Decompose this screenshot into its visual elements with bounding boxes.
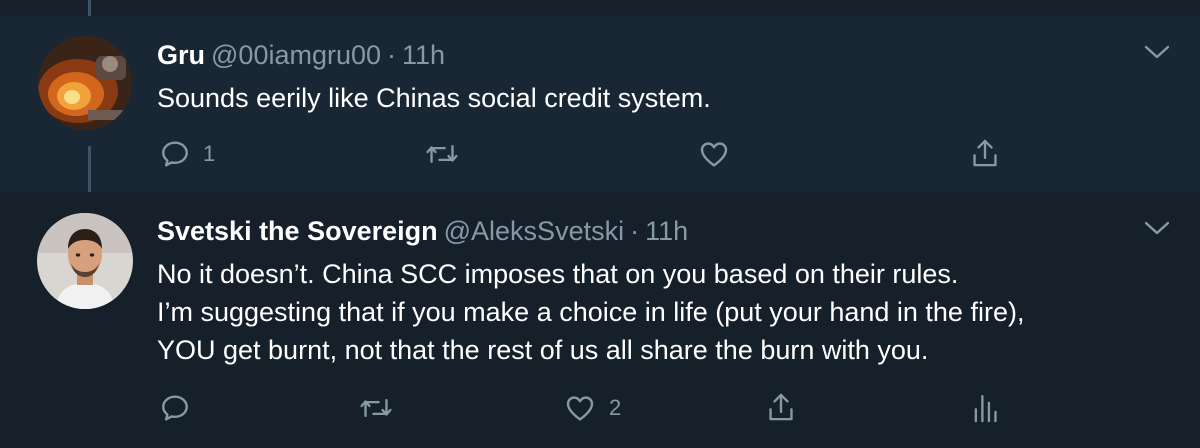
- author-name[interactable]: Gru: [157, 40, 205, 70]
- share-icon: [769, 393, 793, 421]
- reply-icon: [162, 141, 188, 167]
- tweet-text-line: YOU get burnt, not that the rest of us a…: [157, 335, 929, 365]
- separator-dot: ·: [630, 216, 640, 246]
- reply-button[interactable]: [159, 388, 203, 428]
- tweet-header: Svetski the Sovereign @AleksSvetski · 11h: [157, 214, 688, 248]
- author-handle[interactable]: @AleksSvetski: [444, 216, 624, 246]
- like-count: 2: [609, 395, 622, 420]
- timestamp[interactable]: 11h: [402, 40, 445, 70]
- share-button[interactable]: [765, 388, 797, 428]
- author-name[interactable]: Svetski the Sovereign: [157, 216, 438, 246]
- tweet-text: No it doesn’t. China SCC imposes that on…: [157, 255, 1167, 369]
- heart-icon: [566, 396, 594, 421]
- analytics-icon: [974, 395, 997, 423]
- conversation-thread: Gru @00iamgru00 · 11h Sounds eerily like Ch…: [0, 0, 1200, 448]
- reply-count: 1: [203, 141, 216, 166]
- reply-icon: [162, 395, 188, 421]
- author-handle[interactable]: @00iamgru00: [211, 40, 381, 70]
- tweet-text-line: Sounds eerily like Chinas social credit …: [157, 83, 711, 113]
- portrait-avatar-icon: [37, 213, 133, 309]
- avatar[interactable]: [37, 213, 133, 309]
- tweet-text-line: I’m suggesting that if you make a choice…: [157, 297, 1025, 327]
- separator-dot: ·: [387, 40, 397, 70]
- tweet[interactable]: Svetski the Sovereign @AleksSvetski · 11h N…: [0, 192, 1200, 448]
- timestamp[interactable]: 11h: [645, 216, 688, 246]
- chevron-down-icon: [1144, 221, 1170, 235]
- chevron-down-icon: [1144, 45, 1170, 59]
- fire-cooking-avatar-icon: [38, 36, 132, 130]
- tweet-text-line: No it doesn’t. China SCC imposes that on…: [157, 259, 959, 289]
- share-icon: [973, 139, 997, 167]
- like-button[interactable]: 2: [563, 388, 621, 428]
- tweet[interactable]: Gru @00iamgru00 · 11h Sounds eerily like Ch…: [0, 16, 1200, 208]
- tweet-text: Sounds eerily like Chinas social credit …: [157, 79, 1167, 117]
- tweet-header: Gru @00iamgru00 · 11h: [157, 38, 445, 72]
- heart-icon: [700, 142, 728, 167]
- share-button[interactable]: [969, 134, 1001, 174]
- more-options-button[interactable]: [1144, 44, 1170, 60]
- retweet-button[interactable]: [359, 388, 405, 428]
- tweet-actions: 1: [157, 134, 1037, 174]
- tweet-actions: 2: [157, 388, 1037, 428]
- analytics-button[interactable]: [971, 388, 999, 428]
- like-button[interactable]: [697, 134, 743, 174]
- reply-button[interactable]: 1: [159, 134, 215, 174]
- retweet-icon: [360, 398, 392, 418]
- avatar[interactable]: [38, 36, 132, 130]
- retweet-button[interactable]: [425, 134, 471, 174]
- retweet-icon: [426, 144, 458, 164]
- more-options-button[interactable]: [1144, 220, 1170, 236]
